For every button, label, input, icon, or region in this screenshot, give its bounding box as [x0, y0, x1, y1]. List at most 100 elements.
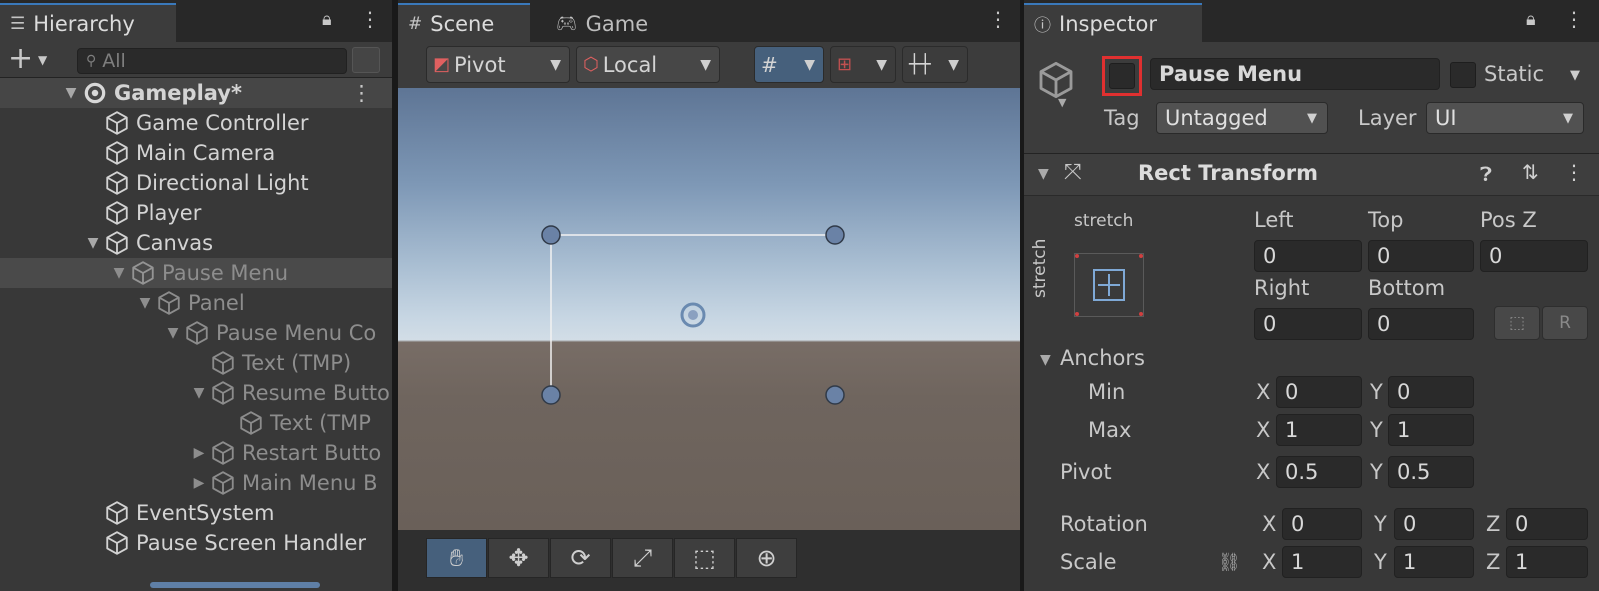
top-field[interactable]: 0 [1368, 240, 1474, 272]
rect-gizmo[interactable] [398, 88, 1020, 530]
move-tool-button[interactable]: ✥ [488, 538, 549, 578]
transform-tool-button[interactable]: ⊕ [736, 538, 797, 578]
object-name-field[interactable]: Pause Menu [1150, 58, 1440, 90]
hierarchy-item[interactable]: ▼ Pause Menu Co [0, 318, 392, 348]
right-field[interactable]: 0 [1254, 308, 1362, 340]
hierarchy-item[interactable]: ▼ Panel [0, 288, 392, 318]
search-input[interactable]: ⚲ All [77, 48, 347, 74]
anchor-max-x-field[interactable]: 1 [1276, 414, 1362, 446]
hierarchy-item[interactable]: Directional Light [0, 168, 392, 198]
tab-scene[interactable]: # Scene [398, 3, 530, 42]
hierarchy-item[interactable]: Pause Screen Handler [0, 528, 392, 558]
rotate-tool-button[interactable]: ⟳ [550, 538, 611, 578]
tab-game[interactable]: 🎮︎ Game [546, 3, 676, 42]
hand-icon: ✋︎ [449, 544, 464, 572]
fold-arrow-icon[interactable]: ▼ [108, 265, 130, 281]
fold-arrow-icon[interactable]: ▼ [60, 85, 82, 101]
hierarchy-item[interactable]: Text (TMP) [0, 348, 392, 378]
anchor-max-y-field[interactable]: 1 [1388, 414, 1474, 446]
rotation-x-field[interactable]: 0 [1282, 508, 1362, 540]
axis-x-label: X [1262, 550, 1277, 574]
chevron-down-icon[interactable]: ▼ [1058, 96, 1066, 109]
grid-snap-toggle[interactable]: # ▼ [754, 46, 824, 83]
fold-arrow-icon[interactable]: ▼ [1040, 352, 1051, 368]
fold-arrow-icon[interactable]: ▼ [82, 235, 104, 251]
gameobject-icon[interactable] [1036, 60, 1076, 105]
fold-arrow-icon[interactable]: ▼ [134, 295, 156, 311]
hierarchy-item[interactable]: EventSystem [0, 498, 392, 528]
constrain-proportions-icon[interactable]: ⛓︎ [1218, 552, 1241, 573]
rotation-z-field[interactable]: 0 [1506, 508, 1588, 540]
fold-arrow-icon[interactable]: ▶ [188, 475, 210, 491]
blueprint-mode-button[interactable]: ⬚ [1494, 306, 1540, 340]
posz-field[interactable]: 0 [1480, 240, 1588, 272]
hierarchy-item-selected[interactable]: ▼ Pause Menu [0, 258, 392, 288]
add-object-button[interactable]: + [8, 42, 33, 76]
chevron-down-icon[interactable]: ▼ [38, 53, 47, 67]
layer-dropdown[interactable]: UI ▼ [1426, 102, 1584, 134]
lock-icon[interactable]: 🔒︎ [322, 9, 332, 30]
tab-scene-label: Scene [430, 11, 495, 36]
hierarchy-item-label: Player [136, 201, 202, 225]
lock-icon[interactable]: 🔒︎ [1526, 9, 1536, 30]
tag-value: Untagged [1165, 106, 1268, 130]
more-menu-icon[interactable]: ⋮ [1564, 7, 1584, 31]
left-value: 0 [1263, 244, 1277, 268]
anchor-preset-top-label: stretch [1074, 211, 1134, 231]
scale-y-field[interactable]: 1 [1394, 546, 1474, 578]
fold-arrow-icon[interactable]: ▼ [188, 385, 210, 401]
hierarchy-item[interactable]: ▶ Main Menu B [0, 468, 392, 498]
pivot-dropdown[interactable]: ◩ Pivot ▼ [426, 46, 570, 83]
local-dropdown[interactable]: ⬡ Local ▼ [576, 46, 720, 83]
hierarchy-item-label: Pause Menu Co [216, 321, 377, 345]
hierarchy-item[interactable]: ▼ Resume Butto [0, 378, 392, 408]
tag-dropdown[interactable]: Untagged ▼ [1156, 102, 1328, 134]
fold-arrow-icon[interactable]: ▶ [188, 445, 210, 461]
bottom-field[interactable]: 0 [1368, 308, 1474, 340]
chevron-down-icon[interactable]: ▼ [1570, 68, 1580, 83]
tab-inspector[interactable]: ⓘ Inspector [1024, 3, 1202, 42]
more-menu-icon[interactable]: ⋮ [988, 7, 1008, 31]
horizontal-scrollbar[interactable] [150, 582, 320, 588]
anchor-min-x-field[interactable]: 0 [1276, 376, 1362, 408]
left-field[interactable]: 0 [1254, 240, 1362, 272]
scale-z-field[interactable]: 1 [1506, 546, 1588, 578]
corner-handle [541, 385, 561, 405]
more-menu-icon[interactable]: ⋮ [360, 7, 380, 31]
hierarchy-panel: ☰ Hierarchy 🔒︎ ⋮ + ▼ ⚲ All ▼ Gameplay* ⋮… [0, 0, 392, 591]
anchor-min-y-field[interactable]: 0 [1388, 376, 1474, 408]
snap-settings-toggle[interactable]: ⊞ ▼ [830, 46, 896, 83]
component-menu-icon[interactable]: ⋮ [1564, 160, 1584, 184]
rect-transform-header[interactable]: ▼ ⤧ Rect Transform ❓︎ ⇅ ⋮ [1024, 154, 1599, 196]
pivot-y-field[interactable]: 0.5 [1388, 456, 1474, 488]
hand-tool-button[interactable]: ✋︎ [426, 538, 487, 578]
hierarchy-item[interactable]: ▶ Restart Butto [0, 438, 392, 468]
rotation-y-field[interactable]: 0 [1394, 508, 1474, 540]
hierarchy-item[interactable]: ▼ Canvas [0, 228, 392, 258]
hierarchy-item[interactable]: Main Camera [0, 138, 392, 168]
static-checkbox[interactable] [1450, 62, 1476, 88]
rect-tool-button[interactable]: ⬚ [674, 538, 735, 578]
fold-arrow-icon[interactable]: ▼ [1038, 166, 1049, 182]
scene-visibility-icon[interactable] [352, 47, 380, 73]
top-value: 0 [1377, 244, 1391, 268]
scene-more-icon[interactable]: ⋮ [351, 81, 372, 105]
info-icon: ⓘ [1034, 16, 1051, 36]
anchor-presets-button[interactable] [1074, 253, 1144, 317]
hierarchy-item[interactable]: Player [0, 198, 392, 228]
pivot-x-field[interactable]: 0.5 [1276, 456, 1362, 488]
tab-hierarchy[interactable]: ☰ Hierarchy [0, 3, 176, 42]
scale-x-field[interactable]: 1 [1282, 546, 1362, 578]
fold-arrow-icon[interactable]: ▼ [162, 325, 184, 341]
hierarchy-scene-row[interactable]: ▼ Gameplay* ⋮ [0, 78, 392, 108]
raw-edit-button[interactable]: R [1542, 306, 1588, 340]
hierarchy-item[interactable]: Game Controller [0, 108, 392, 138]
scale-tool-button[interactable]: ⤢ [612, 538, 673, 578]
increment-snap-toggle[interactable]: ┼┼ ▼ [902, 46, 968, 83]
active-checkbox[interactable] [1109, 63, 1135, 89]
help-icon[interactable]: ❓︎ [1480, 162, 1492, 186]
scene-name: Gameplay* [114, 81, 242, 105]
preset-icon[interactable]: ⇅ [1522, 160, 1539, 184]
hierarchy-item[interactable]: Text (TMP [0, 408, 392, 438]
scene-viewport[interactable] [398, 88, 1020, 530]
